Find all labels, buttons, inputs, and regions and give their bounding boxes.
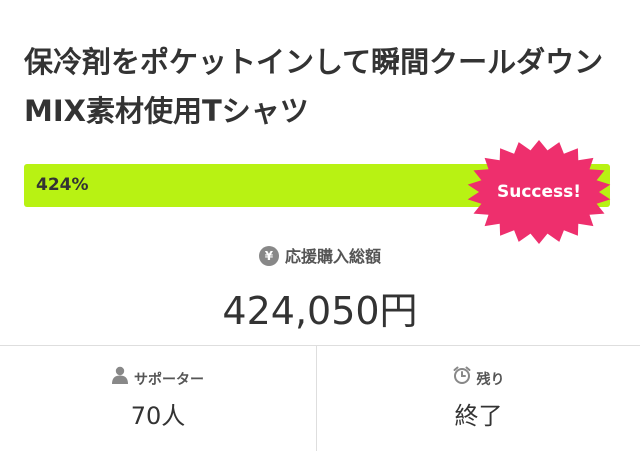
progress-percent: 424% (36, 175, 89, 195)
project-title: 保冷剤をポケットインして瞬間クールダウンMIX素材使用Tシャツ (24, 45, 604, 128)
yen-icon: ¥ (258, 245, 279, 266)
success-badge-label: Success! (496, 182, 582, 202)
funding-total-label: 応援購入総額 (284, 247, 381, 266)
success-badge: Success! (464, 137, 614, 247)
remaining-label: 残り (476, 372, 505, 388)
supporters-label: サポーター (134, 372, 204, 388)
funding-progress-bar: 424% Success! (24, 140, 611, 244)
person-icon (112, 366, 128, 390)
supporters-count: 70人 (130, 402, 186, 430)
funding-total-header: ¥ 応援購入総額 (0, 243, 640, 268)
clock-icon (453, 366, 471, 390)
funding-total-amount: 424,050円 (222, 289, 418, 333)
remaining-value: 終了 (454, 402, 503, 430)
supporters-stat: サポーター 70人 (0, 346, 316, 451)
remaining-stat: 残り 終了 (317, 346, 640, 451)
